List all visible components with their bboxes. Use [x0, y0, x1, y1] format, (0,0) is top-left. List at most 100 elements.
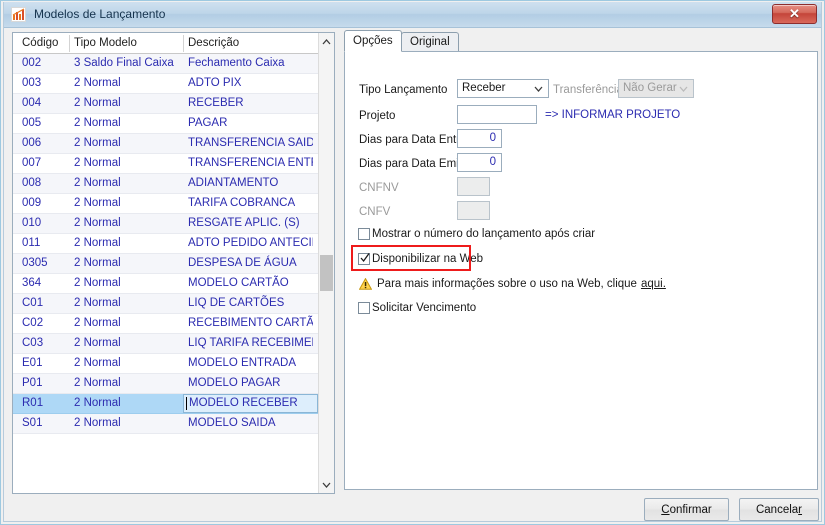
cell-codigo: C03: [22, 337, 44, 349]
solicitar-vencimento-checkbox[interactable]: Solicitar Vencimento: [358, 301, 476, 315]
dias-data-emissao-input[interactable]: 0: [457, 153, 502, 172]
table-row[interactable]: P01 2 Normal MODELO PAGAR: [13, 374, 334, 394]
label-tipo-lancamento: Tipo Lançamento: [359, 84, 448, 96]
table-row[interactable]: 009 2 Normal TARIFA COBRANCA: [13, 194, 334, 214]
cell-tipo-modelo: 2 Normal: [74, 257, 121, 269]
table-row[interactable]: R01 2 Normal MODELO RECEBER: [13, 394, 334, 414]
scroll-down-icon[interactable]: [319, 476, 334, 493]
cell-descricao: MODELO SAIDA: [188, 417, 276, 429]
cell-tipo-modelo: 2 Normal: [74, 157, 121, 169]
cell-codigo: 006: [22, 137, 42, 149]
column-header-descricao[interactable]: Descrição: [183, 33, 313, 53]
cell-tipo-modelo: 2 Normal: [74, 77, 121, 89]
tipo-lancamento-select[interactable]: Receber: [457, 79, 549, 98]
cell-tipo-modelo: 2 Normal: [74, 277, 121, 289]
cell-codigo: 004: [22, 97, 42, 109]
checkbox-box: [358, 228, 370, 240]
chevron-down-icon: [676, 80, 690, 97]
tab-original[interactable]: Original: [401, 32, 459, 51]
tab-panel-opcoes: Tipo Lançamento Receber Transferência Nã…: [344, 51, 818, 490]
cell-descricao-editing[interactable]: MODELO RECEBER: [183, 394, 318, 413]
checkbox-box: [358, 302, 370, 314]
cell-tipo-modelo: 2 Normal: [74, 177, 121, 189]
table-row[interactable]: 002 3 Saldo Final Caixa Fechamento Caixa: [13, 54, 334, 74]
table-row[interactable]: C03 2 Normal LIQ TARIFA RECEBIMEN: [13, 334, 334, 354]
titlebar: Modelos de Lançamento ✕: [4, 2, 821, 28]
cell-tipo-modelo: 3 Saldo Final Caixa: [74, 57, 174, 69]
cell-codigo: P01: [22, 377, 43, 389]
cancelar-button[interactable]: Cancelar: [739, 498, 819, 521]
cell-tipo-modelo: 2 Normal: [74, 137, 121, 149]
table-row[interactable]: 010 2 Normal RESGATE APLIC. (S): [13, 214, 334, 234]
cell-codigo: 007: [22, 157, 42, 169]
cell-descricao: DESPESA DE ÁGUA: [188, 257, 297, 269]
cell-descricao: PAGAR: [188, 117, 228, 129]
label-projeto: Projeto: [359, 110, 396, 122]
cell-codigo: 002: [22, 57, 42, 69]
cell-codigo: 005: [22, 117, 42, 129]
cell-descricao: MODELO ENTRADA: [188, 357, 296, 369]
table-row[interactable]: 007 2 Normal TRANSFERENCIA ENTRAD: [13, 154, 334, 174]
disponibilizar-web-checkbox[interactable]: Disponibilizar na Web: [358, 252, 483, 266]
table-row[interactable]: S01 2 Normal MODELO SAIDA: [13, 414, 334, 434]
cell-descricao: LIQ DE CARTÕES: [188, 297, 285, 309]
cell-descricao: LIQ TARIFA RECEBIMEN: [188, 337, 313, 349]
cell-descricao: RECEBIMENTO CARTÃO: [188, 317, 313, 329]
confirmar-button[interactable]: Confirmar: [644, 498, 729, 521]
column-header-codigo[interactable]: Código: [17, 33, 69, 53]
cell-descricao: RESGATE APLIC. (S): [188, 217, 300, 229]
close-button[interactable]: ✕: [772, 4, 817, 24]
confirmar-accel: C: [661, 503, 670, 516]
table-row[interactable]: 011 2 Normal ADTO PEDIDO ANTECIP: [13, 234, 334, 254]
table-row[interactable]: C01 2 Normal LIQ DE CARTÕES: [13, 294, 334, 314]
informar-projeto-hint[interactable]: => INFORMAR PROJETO: [545, 109, 680, 121]
cnfnv-input[interactable]: [457, 177, 490, 196]
cell-tipo-modelo: 2 Normal: [74, 317, 121, 329]
mostrar-numero-checkbox[interactable]: Mostrar o número do lançamento após cria…: [358, 227, 595, 241]
projeto-input[interactable]: [457, 105, 537, 124]
table-row[interactable]: 0305 2 Normal DESPESA DE ÁGUA: [13, 254, 334, 274]
cell-tipo-modelo: 2 Normal: [74, 397, 121, 409]
scroll-up-icon[interactable]: [319, 33, 334, 50]
cell-tipo-modelo: 2 Normal: [74, 117, 121, 129]
grid-scrollbar-vertical[interactable]: [318, 33, 334, 493]
table-row[interactable]: 005 2 Normal PAGAR: [13, 114, 334, 134]
cell-codigo: 011: [22, 237, 41, 249]
cell-tipo-modelo: 2 Normal: [74, 197, 121, 209]
table-row[interactable]: E01 2 Normal MODELO ENTRADA: [13, 354, 334, 374]
cell-codigo: C02: [22, 317, 44, 329]
cell-tipo-modelo: 2 Normal: [74, 217, 121, 229]
tab-control: Opções Original Tipo Lançamento Receber …: [344, 30, 818, 490]
table-row[interactable]: 004 2 Normal RECEBER: [13, 94, 334, 114]
client-area: Código Tipo Modelo Descrição 002 3 Saldo …: [4, 28, 821, 521]
cell-descricao: TRANSFERENCIA ENTRAD: [188, 157, 313, 169]
cell-descricao: ADTO PIX: [188, 77, 242, 89]
chevron-down-icon: [531, 80, 545, 97]
cancelar-label: Cancelar: [756, 504, 802, 516]
table-row[interactable]: 006 2 Normal TRANSFERENCIA SAIDA: [13, 134, 334, 154]
cell-descricao: RECEBER: [188, 97, 244, 109]
table-row[interactable]: 008 2 Normal ADIANTAMENTO: [13, 174, 334, 194]
dias-data-entrada-input[interactable]: 0: [457, 129, 502, 148]
table-row[interactable]: 003 2 Normal ADTO PIX: [13, 74, 334, 94]
cell-descricao: MODELO PAGAR: [188, 377, 281, 389]
tab-opcoes[interactable]: Opções: [344, 30, 402, 52]
table-row[interactable]: 364 2 Normal MODELO CARTÃO: [13, 274, 334, 294]
scrollbar-thumb[interactable]: [320, 255, 333, 291]
solicitar-vencimento-label: Solicitar Vencimento: [372, 301, 477, 314]
check-icon: [360, 253, 370, 263]
cell-descricao: TARIFA COBRANCA: [188, 197, 296, 209]
cell-descricao: TRANSFERENCIA SAIDA: [188, 137, 313, 149]
cell-codigo: 364: [22, 277, 42, 289]
cell-tipo-modelo: 2 Normal: [74, 337, 121, 349]
cnfv-input[interactable]: [457, 201, 490, 220]
web-info-link[interactable]: aqui.: [641, 278, 666, 290]
column-header-tipo-modelo[interactable]: Tipo Modelo: [69, 33, 183, 53]
cell-descricao: MODELO CARTÃO: [188, 277, 289, 289]
dialog-window: Modelos de Lançamento ✕ Código Tipo Mode…: [0, 0, 825, 525]
cell-descricao: ADTO PEDIDO ANTECIP: [188, 237, 313, 249]
cell-tipo-modelo: 2 Normal: [74, 417, 121, 429]
warning-icon: [358, 277, 373, 290]
table-row[interactable]: C02 2 Normal RECEBIMENTO CARTÃO: [13, 314, 334, 334]
transferencia-select[interactable]: Não Gerar: [618, 79, 694, 98]
